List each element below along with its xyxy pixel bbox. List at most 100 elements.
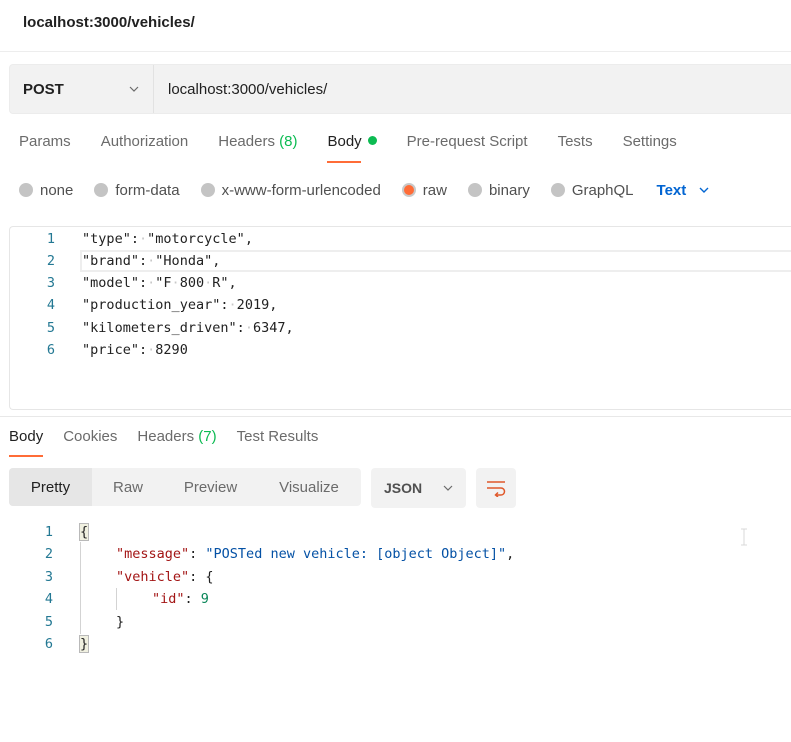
- line-number: 2: [44, 546, 53, 562]
- radio-label: form-data: [115, 181, 180, 199]
- line-number: 3: [44, 569, 53, 585]
- raw-format-select[interactable]: Text: [657, 182, 711, 199]
- response-format-label: JSON: [384, 480, 423, 496]
- code-line: "model":·"F·800·R",: [82, 275, 237, 291]
- line-number: 6: [46, 342, 55, 358]
- headers-count: (7): [198, 428, 217, 445]
- line-number: 5: [44, 614, 53, 630]
- json-string-value: "POSTed new vehicle: [object Object]": [205, 546, 507, 562]
- json-line: "message": "POSTed new vehicle: [object …: [116, 546, 515, 562]
- tab-label: Settings: [622, 133, 677, 150]
- radio-circle: [94, 183, 109, 197]
- code-line: "production_year":·2019,: [82, 297, 278, 313]
- json-line: {: [79, 521, 90, 543]
- raw-format-label: Text: [656, 181, 687, 199]
- code-line: "kilometers_driven":·6347,: [82, 320, 294, 336]
- code-line: "brand":·"Honda",: [82, 253, 221, 269]
- json-key: "id": [152, 591, 185, 607]
- json-line: }: [116, 611, 124, 633]
- chevron-down-icon: [129, 86, 139, 92]
- tab-body[interactable]: Body: [327, 133, 377, 165]
- radio-graphql[interactable]: GraphQL: [550, 181, 634, 199]
- json-key: "vehicle": [116, 569, 190, 585]
- tab-settings[interactable]: Settings: [623, 133, 677, 165]
- url-input[interactable]: [154, 65, 791, 113]
- line-number: 6: [44, 636, 53, 652]
- request-title-bar: localhost:3000/vehicles/: [0, 0, 791, 52]
- matched-open-brace: {: [79, 523, 90, 541]
- method-label: POST: [23, 80, 64, 98]
- radio-circle: [19, 183, 33, 197]
- line-number: 5: [46, 320, 55, 336]
- view-pretty-button[interactable]: Pretty: [9, 468, 92, 506]
- whitespace-marker: ·: [244, 320, 253, 336]
- pane-divider[interactable]: [0, 416, 791, 417]
- radio-none[interactable]: none: [19, 182, 73, 199]
- response-tab-headers[interactable]: Headers (7): [137, 428, 216, 458]
- radio-binary[interactable]: binary: [467, 181, 530, 199]
- tab-label: Pre-request Script: [406, 133, 528, 150]
- url-bar: POST: [9, 64, 791, 114]
- tab-authorization[interactable]: Authorization: [101, 133, 189, 165]
- tab-label: Headers: [137, 428, 195, 445]
- view-preview-button[interactable]: Preview: [164, 468, 257, 506]
- line-number: 1: [44, 524, 53, 540]
- view-raw-button[interactable]: Raw: [92, 468, 164, 506]
- tab-label: Authorization: [100, 133, 189, 150]
- text-cursor-icon: [741, 528, 747, 546]
- json-line: "vehicle": {: [116, 569, 214, 585]
- tab-label: Headers: [218, 133, 275, 150]
- view-mode-selector: Pretty Raw Preview Visualize: [9, 468, 361, 506]
- body-indicator-dot: [367, 136, 377, 145]
- code-line: "type":·"motorcycle",: [82, 231, 253, 247]
- whitespace-marker: ·: [171, 275, 180, 291]
- radio-circle-selected: [401, 183, 416, 197]
- radio-label: binary: [488, 181, 530, 199]
- radio-form-data[interactable]: form-data: [94, 181, 180, 199]
- method-select[interactable]: POST: [10, 65, 154, 113]
- response-tabs: Body Cookies Headers (7) Test Results: [9, 428, 338, 458]
- radio-circle: [200, 183, 215, 197]
- tab-label: Cookies: [63, 428, 118, 445]
- tab-label: Test Results: [236, 428, 319, 445]
- line-number: 3: [46, 275, 55, 291]
- radio-label: GraphQL: [571, 181, 634, 199]
- whitespace-marker: ·: [147, 275, 156, 291]
- radio-circle: [550, 183, 565, 197]
- matched-close-brace: }: [79, 635, 90, 653]
- line-number: 2: [46, 253, 55, 269]
- request-title[interactable]: localhost:3000/vehicles/: [23, 14, 195, 31]
- request-body-editor[interactable]: 1 "type":·"motorcycle", 2 "brand":·"Hond…: [9, 226, 791, 410]
- radio-label: none: [40, 181, 74, 199]
- indent-guide: [116, 588, 117, 610]
- chevron-down-icon: [443, 485, 453, 491]
- radio-raw[interactable]: raw: [401, 181, 447, 199]
- tab-label: Body: [9, 428, 44, 445]
- json-number-value: 9: [200, 591, 209, 607]
- json-line: "id": 9: [152, 591, 209, 607]
- view-visualize-button[interactable]: Visualize: [257, 468, 361, 506]
- response-tab-body[interactable]: Body: [9, 428, 44, 458]
- whitespace-marker: ·: [138, 231, 148, 247]
- tab-headers[interactable]: Headers (8): [218, 133, 297, 165]
- json-brace: {: [205, 569, 214, 585]
- whitespace-marker: ·: [204, 275, 213, 291]
- wrap-lines-button[interactable]: [476, 468, 516, 508]
- response-tab-cookies[interactable]: Cookies: [63, 428, 117, 458]
- json-key: "message": [116, 546, 190, 562]
- tab-params[interactable]: Params: [19, 133, 71, 165]
- line-number: 1: [46, 231, 55, 247]
- chevron-down-icon: [699, 187, 709, 193]
- response-tab-test-results[interactable]: Test Results: [237, 428, 319, 458]
- tab-tests[interactable]: Tests: [558, 133, 593, 165]
- tab-pre-request-script[interactable]: Pre-request Script: [407, 133, 528, 165]
- whitespace-marker: ·: [147, 342, 156, 358]
- json-brace: }: [116, 614, 125, 630]
- request-tabs: Params Authorization Headers (8) Body Pr…: [19, 133, 707, 165]
- tab-label: Body: [327, 133, 362, 150]
- radio-label: raw: [422, 181, 447, 199]
- radio-x-www-form-urlencoded[interactable]: x-www-form-urlencoded: [200, 182, 381, 199]
- response-format-select[interactable]: JSON: [371, 468, 466, 508]
- response-body-viewer[interactable]: 1 2 3 4 5 6 { "message": "POSTed new veh…: [0, 520, 791, 660]
- wrap-lines-icon: [487, 481, 506, 497]
